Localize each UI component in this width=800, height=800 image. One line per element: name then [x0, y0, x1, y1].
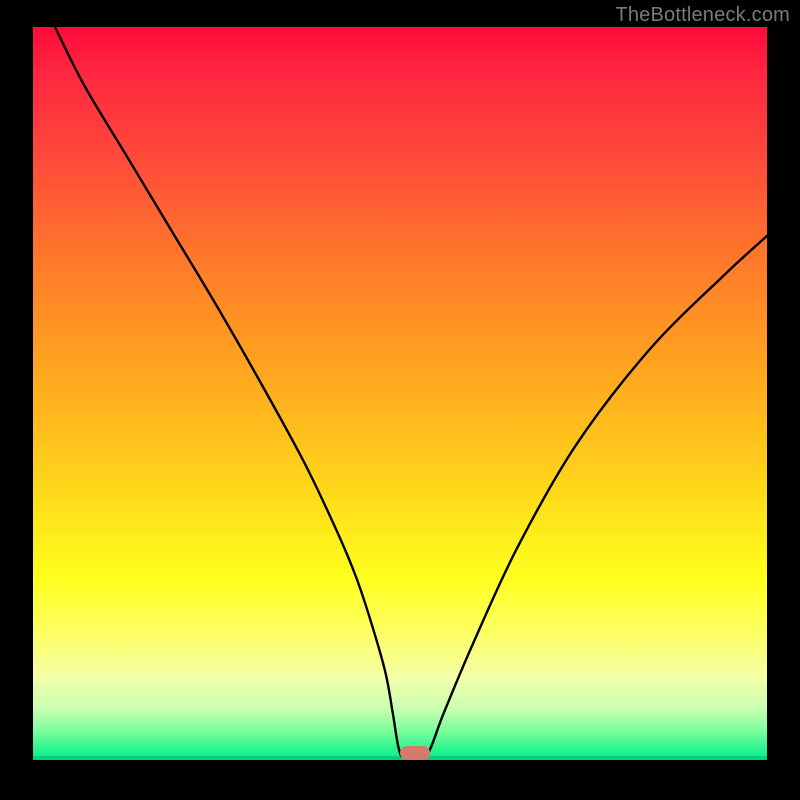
optimal-point-marker — [400, 746, 430, 760]
bottleneck-curve — [33, 27, 767, 760]
watermark-text: TheBottleneck.com — [615, 4, 790, 27]
plot-area — [33, 27, 767, 760]
chart-frame: TheBottleneck.com — [0, 0, 800, 800]
